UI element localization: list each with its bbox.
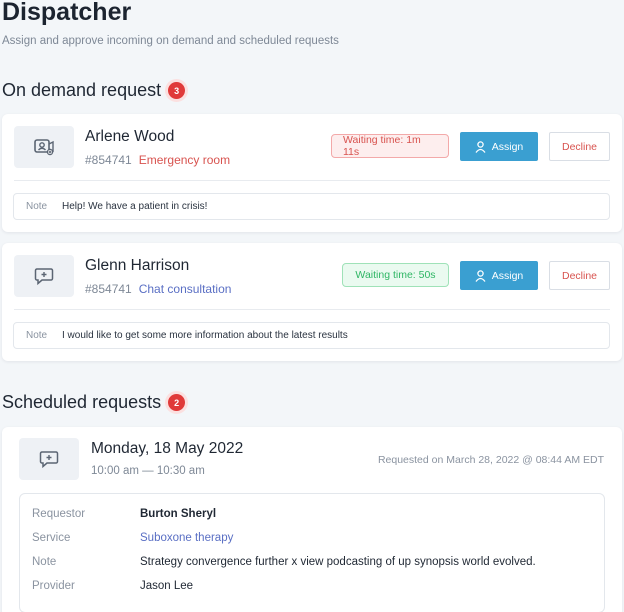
- note-text: Help! We have a patient in crisis!: [62, 201, 208, 212]
- request-service: Chat consultation: [138, 282, 232, 296]
- detail-value: Jason Lee: [140, 580, 194, 592]
- scheduled-title: Scheduled requests: [2, 392, 162, 412]
- detail-value: Burton Sheryl: [140, 508, 217, 520]
- on-demand-request-card: Arlene Wood #854741 Emergency room Waitin…: [2, 114, 622, 232]
- on-demand-header: On demand request 3: [2, 80, 186, 101]
- user-icon: [475, 140, 486, 153]
- card-divider: [14, 180, 610, 181]
- assign-button-label: Assign: [491, 269, 524, 282]
- decline-button[interactable]: Decline: [549, 261, 610, 290]
- request-type-avatar: [14, 255, 74, 297]
- assign-button[interactable]: Assign: [460, 261, 538, 290]
- request-meta: #854741 Chat consultation: [85, 282, 231, 296]
- decline-button[interactable]: Decline: [549, 132, 610, 161]
- assign-button[interactable]: Assign: [460, 132, 538, 161]
- note-row: Note Help! We have a patient in crisis!: [13, 193, 610, 220]
- detail-row-service: Service Suboxone therapy: [32, 532, 233, 544]
- assign-button-label: Assign: [491, 140, 524, 153]
- detail-label: Provider: [32, 580, 75, 592]
- scheduled-detail-box: Requestor Burton Sheryl Service Suboxone…: [19, 493, 605, 612]
- chat-bubble-icon: [34, 268, 54, 286]
- on-demand-title: On demand request: [2, 80, 162, 100]
- scheduled-count-badge: 2: [168, 394, 186, 411]
- waiting-time-badge: Waiting time: 1m 11s: [331, 134, 449, 158]
- requested-on: Requested on March 28, 2022 @ 08:44 AM E…: [377, 454, 604, 466]
- detail-row-requestor: Requestor Burton Sheryl: [32, 508, 216, 520]
- scheduled-header: Scheduled requests 2: [2, 392, 186, 413]
- detail-row-note: Note Strategy convergence further x view…: [32, 556, 536, 568]
- request-type-avatar: [14, 126, 74, 168]
- request-service: Emergency room: [138, 153, 231, 167]
- request-id: #854741: [85, 153, 132, 167]
- chat-bubble-icon: [39, 451, 59, 469]
- user-icon: [475, 269, 486, 282]
- detail-value[interactable]: Suboxone therapy: [140, 532, 233, 544]
- decline-button-label: Decline: [561, 269, 598, 282]
- page-subtitle: Assign and approve incoming on demand an…: [2, 35, 339, 47]
- request-meta: #854741 Emergency room: [85, 153, 230, 167]
- scheduled-time: 10:00 am — 10:30 am: [91, 465, 205, 477]
- note-text: I would like to get some more informatio…: [62, 330, 348, 341]
- note-row: Note I would like to get some more infor…: [13, 322, 610, 349]
- on-demand-request-card: Glenn Harrison #854741 Chat consultation …: [2, 243, 622, 361]
- detail-value: Strategy convergence further x view podc…: [140, 556, 536, 568]
- detail-label: Service: [32, 532, 71, 544]
- scheduled-date: Monday, 18 May 2022: [91, 440, 244, 457]
- video-call-icon: [34, 139, 54, 156]
- card-divider: [14, 309, 610, 310]
- decline-button-label: Decline: [561, 140, 598, 153]
- requester-name: Glenn Harrison: [85, 257, 190, 274]
- on-demand-count-badge: 3: [168, 82, 186, 99]
- note-label: Note: [26, 201, 48, 212]
- requester-name: Arlene Wood: [85, 128, 175, 145]
- waiting-time-badge: Waiting time: 50s: [342, 263, 449, 287]
- note-label: Note: [26, 330, 48, 341]
- detail-label: Requestor: [32, 508, 86, 520]
- scheduled-request-card: Monday, 18 May 2022 10:00 am — 10:30 am …: [2, 427, 622, 612]
- request-id: #854741: [85, 282, 132, 296]
- detail-label: Note: [32, 556, 57, 568]
- request-type-avatar: [19, 438, 79, 480]
- detail-row-provider: Provider Jason Lee: [32, 580, 193, 592]
- page-title: Dispatcher: [2, 0, 132, 26]
